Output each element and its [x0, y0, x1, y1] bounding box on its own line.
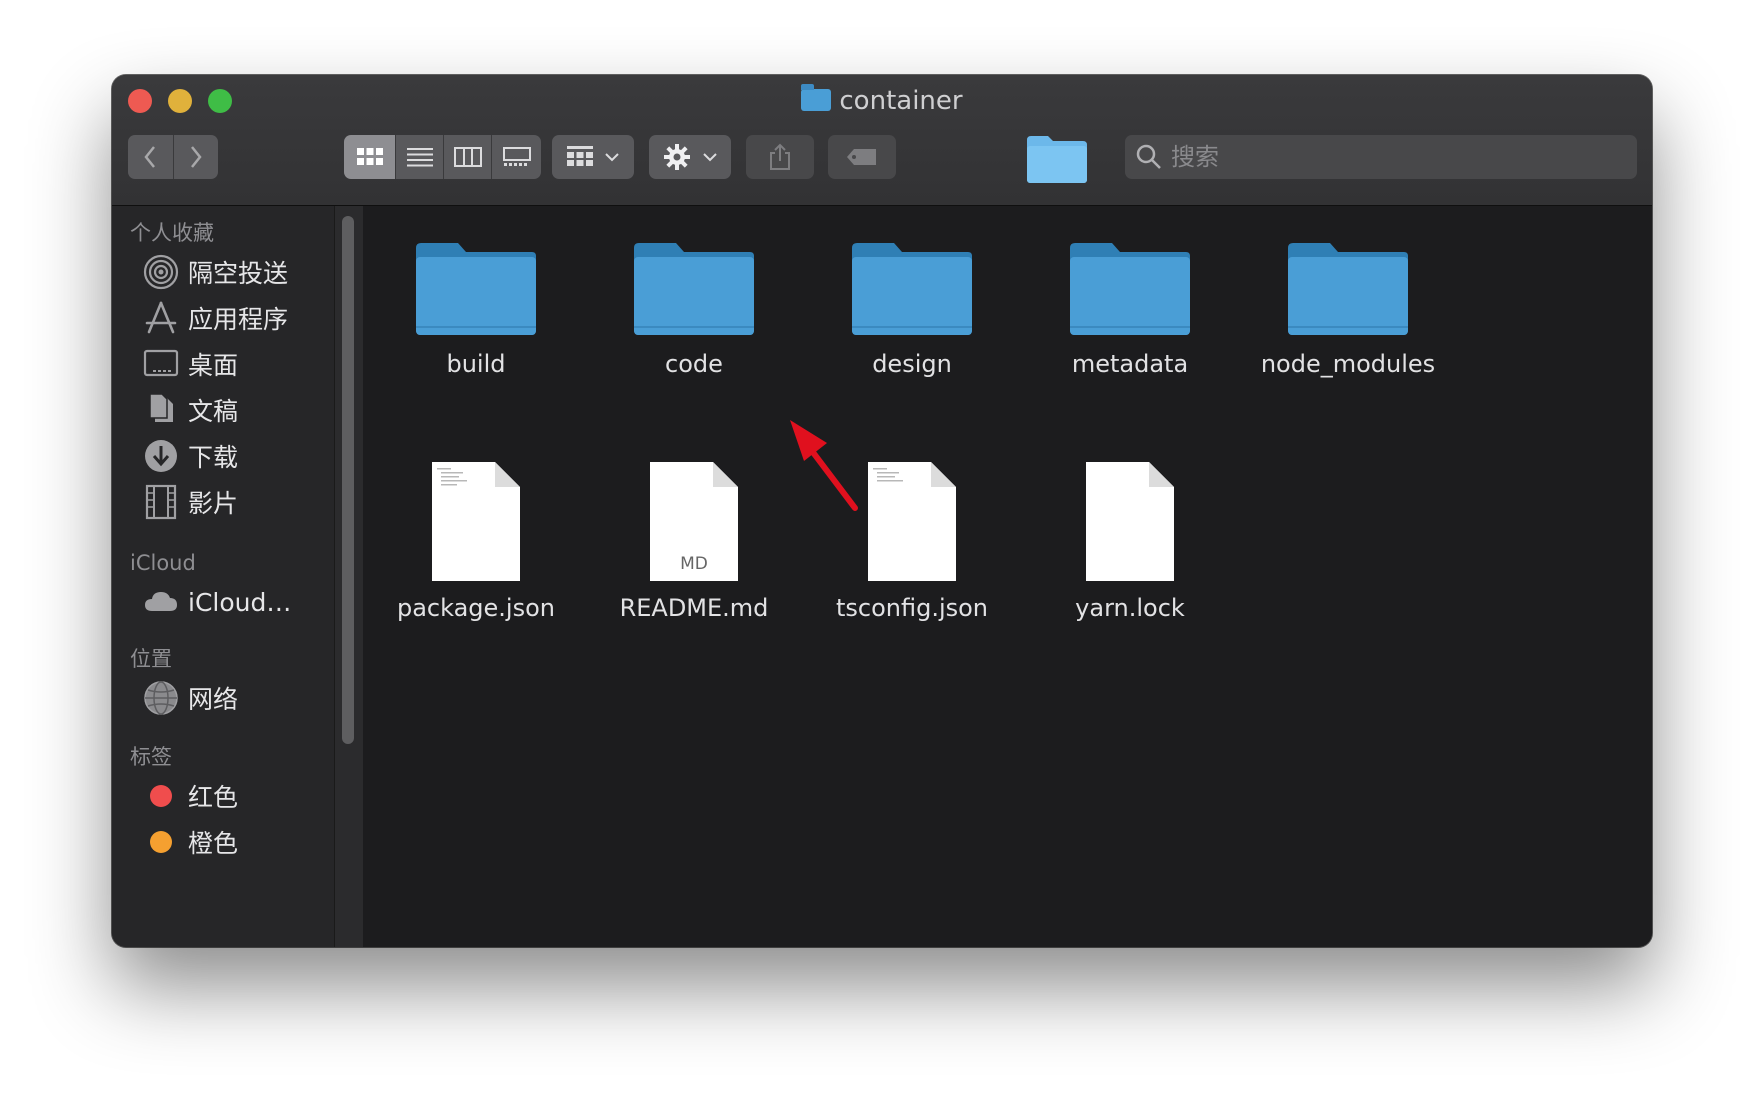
sidebar-item-airdrop[interactable]: 隔空投送: [142, 252, 322, 292]
sidebar-item-desktop[interactable]: 桌面: [142, 344, 322, 384]
forward-button[interactable]: [173, 135, 218, 179]
icon-view-icon: [356, 148, 383, 165]
sidebar-item-label: 下载: [188, 443, 239, 472]
documents-icon: [142, 391, 180, 429]
window-title: container: [112, 83, 1652, 119]
window-title-text: container: [839, 86, 963, 116]
tag-icon: [847, 149, 876, 165]
list-view-button[interactable]: [396, 135, 444, 179]
folder-item-design[interactable]: design: [817, 240, 1007, 378]
cloud-icon: [142, 583, 180, 621]
action-button[interactable]: [649, 135, 731, 179]
file-name: code: [665, 350, 723, 378]
sidebar-item-label: iCloud…: [188, 587, 292, 617]
file-item-yarn-lock[interactable]: yarn.lock: [1035, 460, 1225, 622]
search-input[interactable]: [1169, 142, 1613, 172]
folder-icon: [852, 243, 972, 335]
sidebar-item-label: 影片: [188, 489, 239, 518]
sidebar-item-movies[interactable]: 影片: [142, 482, 322, 522]
document-icon: [1086, 462, 1174, 581]
folder-icon: [1288, 243, 1408, 335]
orange-tag-dot: [150, 831, 172, 853]
file-item-package-json[interactable]: package.json: [381, 460, 571, 622]
navigation-buttons: [128, 135, 218, 179]
list-view-icon: [406, 148, 433, 167]
folder-item-code[interactable]: code: [599, 240, 789, 378]
scrollbar-thumb[interactable]: [342, 216, 354, 744]
view-mode-control: [344, 135, 541, 179]
sidebar-section-favorites: 个人收藏: [130, 221, 214, 245]
red-tag-dot: [150, 785, 172, 807]
file-item-readme-md[interactable]: MD README.md: [599, 460, 789, 622]
search-field[interactable]: [1125, 135, 1637, 179]
file-name: tsconfig.json: [835, 594, 989, 622]
file-name: README.md: [619, 594, 769, 622]
column-view-button[interactable]: [444, 135, 492, 179]
sidebar-item-downloads[interactable]: 下载: [142, 436, 322, 476]
airdrop-icon: [142, 253, 180, 291]
file-name: metadata: [1071, 350, 1189, 378]
sidebar-item-label: 红色: [188, 783, 239, 812]
sidebar-item-label: 应用程序: [188, 305, 289, 334]
gallery-view-icon: [502, 147, 531, 166]
share-icon: [770, 143, 790, 170]
sidebar-item-label: 橙色: [188, 829, 239, 858]
file-name: build: [446, 350, 506, 378]
applications-icon: [142, 299, 180, 337]
sidebar-item-label: 隔空投送: [188, 259, 289, 288]
sidebar-scrollbar[interactable]: [334, 206, 364, 947]
chevron-right-icon: [190, 146, 202, 168]
file-name: yarn.lock: [1075, 594, 1185, 622]
sidebar-item-label: 桌面: [188, 351, 239, 380]
file-name: package.json: [396, 594, 555, 622]
sidebar-item-label: 网络: [188, 685, 239, 714]
folder-icon: [416, 243, 536, 335]
finder-window: container 搜索 个人收藏 隔空投送 应用程序 桌面 文稿 下载 影片 …: [112, 75, 1652, 947]
sidebar-section-icloud: iCloud: [130, 551, 196, 575]
column-view-icon: [453, 147, 482, 167]
chevron-down-icon: [703, 153, 717, 162]
downloads-icon: [142, 437, 180, 475]
markdown-document: MD: [647, 460, 741, 584]
sidebar-section-locations: 位置: [130, 647, 172, 671]
folder-icon: [801, 84, 832, 111]
tags-button[interactable]: [828, 135, 896, 179]
folder-item-metadata[interactable]: metadata: [1035, 240, 1225, 378]
sidebar-item-icloud-drive[interactable]: iCloud…: [142, 582, 322, 622]
sidebar-item-applications[interactable]: 应用程序: [142, 298, 322, 338]
group-by-button[interactable]: [552, 135, 634, 179]
sidebar-item-documents[interactable]: 文稿: [142, 390, 322, 430]
json-document-icon: [868, 462, 956, 581]
chevron-down-icon: [605, 153, 619, 162]
back-button[interactable]: [128, 135, 174, 179]
folder-icon: [634, 243, 754, 335]
gallery-view-button[interactable]: [492, 135, 541, 179]
movies-icon: [142, 483, 180, 521]
share-button[interactable]: [746, 135, 814, 179]
gear-icon: [664, 144, 690, 170]
file-name: design: [872, 350, 952, 378]
desktop-icon: [142, 345, 180, 383]
sidebar-item-tag-red[interactable]: 红色: [142, 776, 322, 816]
folder-icon[interactable]: [1026, 132, 1088, 184]
sidebar-section-tags: 标签: [130, 745, 172, 769]
search-icon: [1136, 144, 1161, 169]
sidebar-item-network[interactable]: 网络: [142, 678, 322, 718]
json-document-icon: [432, 462, 520, 581]
title-bar: container: [112, 75, 1652, 206]
file-item-tsconfig-json[interactable]: tsconfig.json: [817, 460, 1007, 622]
group-by-icon: [567, 146, 593, 166]
folder-item-build[interactable]: build: [381, 240, 571, 378]
file-type-badge: MD: [680, 554, 708, 574]
file-name: node_modules: [1260, 350, 1436, 378]
icon-view-button[interactable]: [344, 135, 396, 179]
sidebar: 个人收藏 隔空投送 应用程序 桌面 文稿 下载 影片 iCloud iCloud…: [112, 206, 334, 947]
folder-icon: [1070, 243, 1190, 335]
chevron-left-icon: [144, 146, 156, 168]
sidebar-item-label: 文稿: [188, 397, 239, 426]
file-browser: build code design metadata node_modules …: [363, 206, 1652, 947]
folder-item-node-modules[interactable]: node_modules: [1253, 240, 1443, 378]
sidebar-item-tag-orange[interactable]: 橙色: [142, 822, 322, 862]
network-icon: [142, 679, 180, 717]
